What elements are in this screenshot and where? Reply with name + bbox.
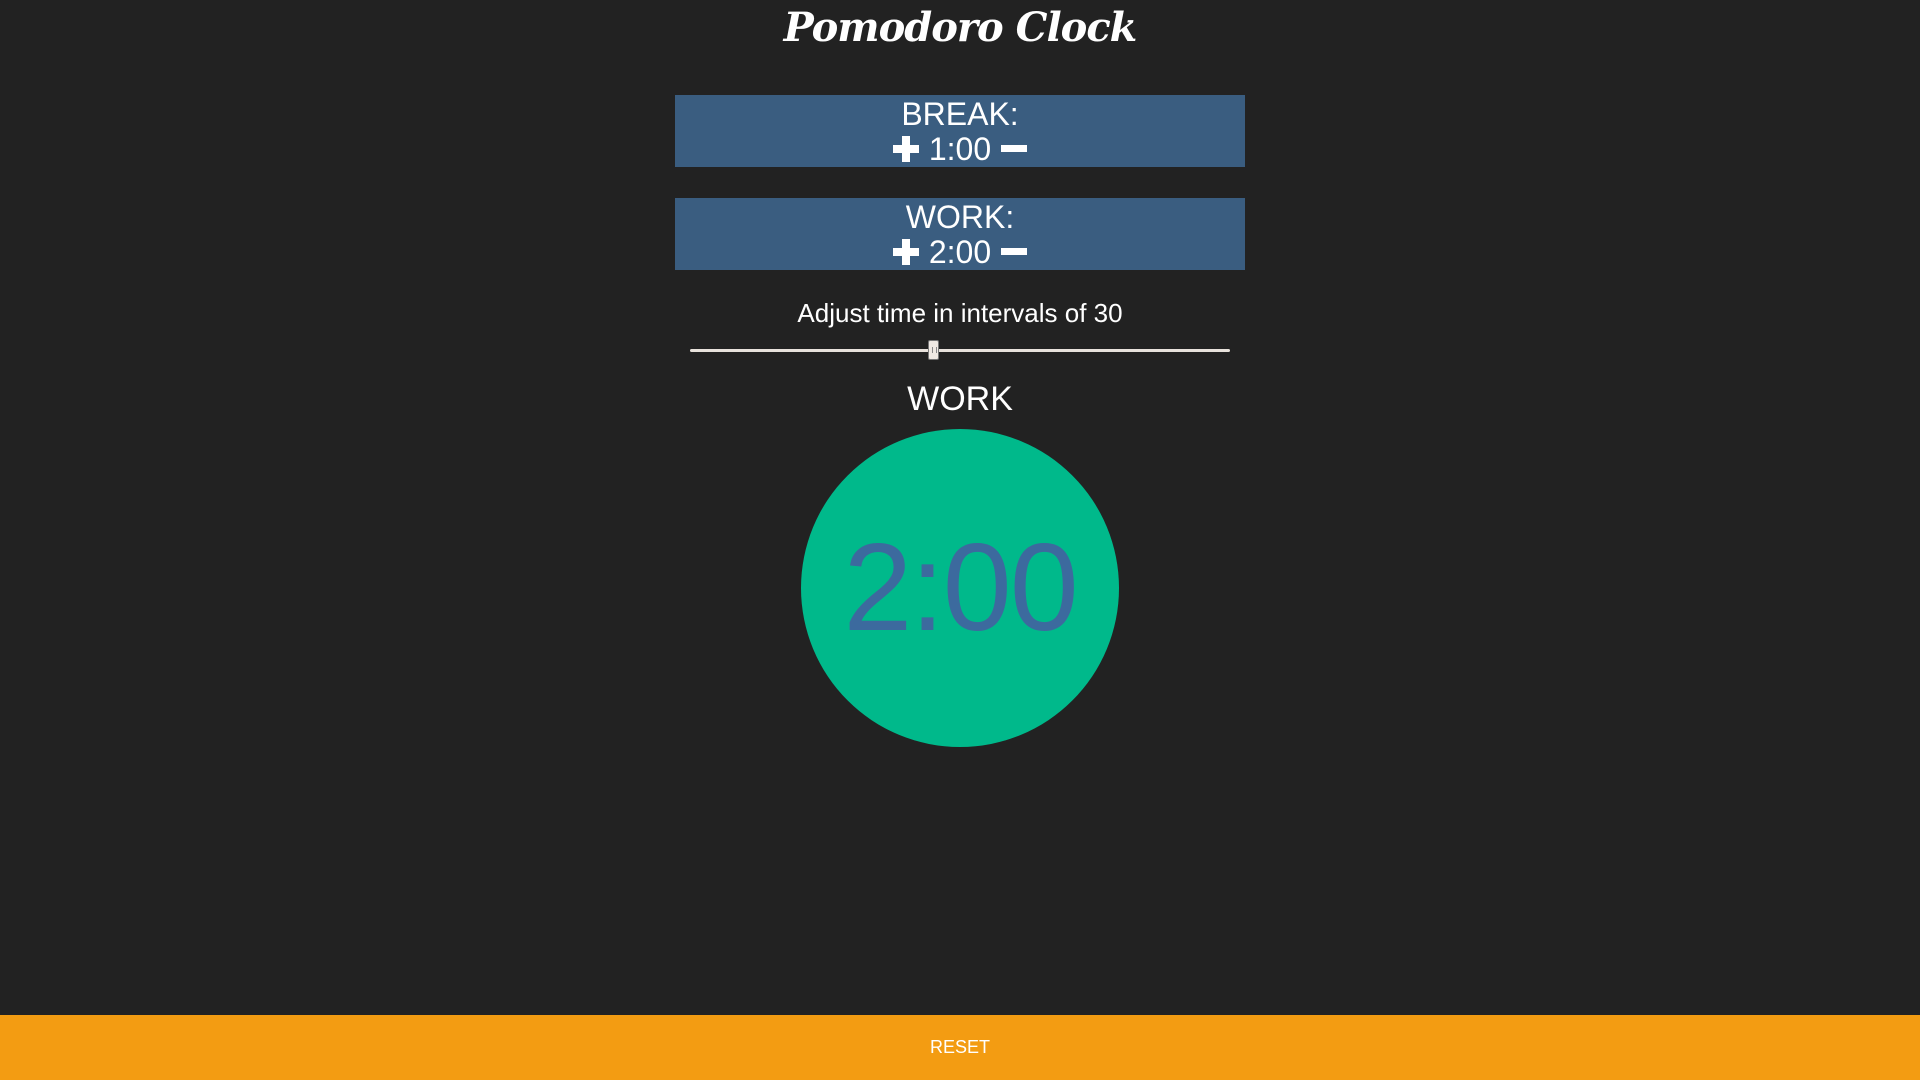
app-title: Pomodoro Clock (783, 4, 1138, 51)
work-controls: 2:00 (675, 234, 1245, 270)
break-label: BREAK: (901, 96, 1019, 132)
break-panel: BREAK: 1:00 (675, 95, 1245, 167)
minus-icon (1001, 145, 1028, 152)
work-decrease-button[interactable] (999, 237, 1029, 267)
interval-slider[interactable] (690, 340, 1230, 360)
work-value: 2:00 (928, 234, 992, 270)
plus-icon (892, 239, 919, 265)
break-value: 1:00 (928, 131, 992, 167)
reset-button[interactable]: RESET (0, 1015, 1920, 1080)
break-controls: 1:00 (675, 131, 1245, 167)
interval-instructions: Adjust time in intervals of 30 (797, 298, 1123, 328)
break-decrease-button[interactable] (999, 134, 1029, 164)
work-increase-button[interactable] (891, 237, 921, 267)
break-increase-button[interactable] (891, 134, 921, 164)
work-panel: WORK: 2:00 (675, 198, 1245, 270)
plus-icon (892, 136, 919, 162)
timer-display: 2:00 (843, 519, 1078, 657)
slider-track[interactable] (690, 349, 1230, 352)
slider-thumb[interactable] (928, 340, 939, 360)
timer-circle[interactable]: 2:00 (801, 429, 1119, 747)
timer-mode-label: WORK (907, 380, 1013, 418)
minus-icon (1001, 248, 1028, 255)
work-label: WORK: (905, 199, 1015, 235)
pomodoro-app: Pomodoro Clock BREAK: 1:00 WORK: 2:00 Ad… (0, 0, 1920, 1080)
